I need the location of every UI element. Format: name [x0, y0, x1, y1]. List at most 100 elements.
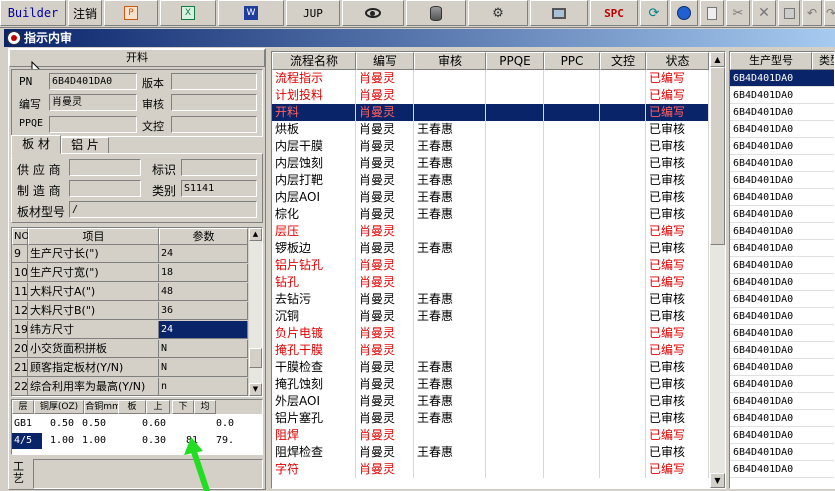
process-scrollbar[interactable]: ▲ ▼ [710, 52, 725, 488]
process-row[interactable]: 棕化 肖曼灵 王春惠 已审核 [272, 206, 709, 223]
model-row[interactable]: 6B4D401DA0 [730, 121, 834, 138]
process-row[interactable]: 层压 肖曼灵 已编写 [272, 223, 709, 240]
process-row[interactable]: 阻焊 肖曼灵 已编写 [272, 427, 709, 444]
scroll-thumb[interactable] [710, 67, 725, 245]
spc-button[interactable]: SPC [590, 0, 638, 26]
manufacturer-field[interactable] [69, 180, 141, 197]
scroll-up-button[interactable]: ▲ [710, 52, 725, 67]
mark-field[interactable] [181, 159, 257, 176]
param-row[interactable]: 19 纬方尺寸 24 [12, 321, 248, 339]
layer-row[interactable]: GB1 0.50 0.50 0.60 0.0 [12, 416, 262, 432]
tab-board-material[interactable]: 板 材 [11, 135, 61, 154]
scroll-up-button[interactable]: ▲ [249, 228, 262, 241]
model-row[interactable]: 6B4D401DA0 [730, 87, 834, 104]
process-row[interactable]: 外层AOI 肖曼灵 王春惠 已审核 [272, 393, 709, 410]
model-row[interactable]: 6B4D401DA0 [730, 393, 834, 410]
process-row[interactable]: 流程指示 肖曼灵 已编写 [272, 70, 709, 87]
process-row[interactable]: 烘板 肖曼灵 王春惠 已审核 [272, 121, 709, 138]
builder-button[interactable]: Builder [0, 0, 66, 26]
model-row[interactable]: 6B4D401DA0 [730, 257, 834, 274]
process-memo-field[interactable] [33, 459, 263, 489]
param-row[interactable]: 11 大料尺寸A(") 48 [12, 283, 248, 301]
author-field[interactable]: 肖曼灵 [49, 94, 137, 111]
process-col-header[interactable]: 文控 [600, 52, 646, 70]
param-row[interactable]: 20 小交货面积拼板 N [12, 340, 248, 358]
param-scrollbar[interactable]: ▲ ▼ [249, 228, 262, 396]
window-titlebar[interactable]: 指示内审 [4, 29, 835, 47]
version-field[interactable] [171, 73, 257, 90]
model-row[interactable]: 6B4D401DA0 [730, 274, 834, 291]
model-row[interactable]: 6B4D401DA0 [730, 138, 834, 155]
supplier-field[interactable] [69, 159, 141, 176]
process-row[interactable]: 内层蚀刻 肖曼灵 王春惠 已审核 [272, 155, 709, 172]
network-button[interactable] [670, 0, 698, 26]
process-row[interactable]: 干膜检查 肖曼灵 王春惠 已审核 [272, 359, 709, 376]
logout-button[interactable]: 注销 [68, 0, 102, 26]
process-row[interactable]: 阻焊检查 肖曼灵 王春惠 已审核 [272, 444, 709, 461]
board-type-field[interactable]: / [69, 201, 257, 218]
layer-row[interactable]: 4/51.001.000.308179. [12, 433, 262, 449]
process-col-header[interactable]: PPQE [486, 52, 544, 70]
process-col-header[interactable]: 编写 [356, 52, 414, 70]
tab-aluminum-sheet[interactable]: 铝 片 [61, 137, 109, 154]
ppqe-field[interactable] [49, 116, 137, 133]
wenkong-field[interactable] [171, 116, 257, 133]
cut-button[interactable]: ✂ [726, 0, 750, 26]
model-row[interactable]: 6B4D401DA0 [730, 410, 834, 427]
view-button[interactable] [342, 0, 404, 26]
model-row[interactable]: 6B4D401DA0 [730, 155, 834, 172]
redo-button[interactable]: ↷ [824, 0, 835, 26]
model-row[interactable]: 6B4D401DA0 [730, 172, 834, 189]
model-row[interactable]: 6B4D401DA0 [730, 427, 834, 444]
pn-field[interactable]: 6B4D401DA0 [49, 73, 137, 90]
model-row[interactable]: 6B4D401DA0 [730, 308, 834, 325]
process-row[interactable]: 铝片塞孔 肖曼灵 王春惠 已审核 [272, 410, 709, 427]
param-row[interactable]: 9 生产尺寸长(") 24 [12, 245, 248, 263]
category-field[interactable]: S1141 [181, 180, 257, 197]
undo-button[interactable]: ↶ [802, 0, 822, 26]
jup-button[interactable]: JUP [286, 0, 340, 26]
review-field[interactable] [171, 94, 257, 111]
model-row[interactable]: 6B4D401DA0 [730, 223, 834, 240]
save-button[interactable] [778, 0, 800, 26]
process-col-header[interactable]: PPC [544, 52, 600, 70]
computer-button[interactable] [530, 0, 588, 26]
model-row[interactable]: 6B4D401DA0 [730, 240, 834, 257]
process-row[interactable]: 锣板边 肖曼灵 王春惠 已审核 [272, 240, 709, 257]
process-col-header[interactable]: 流程名称 [272, 52, 356, 70]
scroll-down-button[interactable]: ▼ [249, 383, 262, 396]
new-file-button[interactable] [700, 0, 724, 26]
model-row[interactable]: 6B4D401DA0 [730, 206, 834, 223]
process-row[interactable]: 掩孔干膜 肖曼灵 已编写 [272, 342, 709, 359]
process-row[interactable]: 内层干膜 肖曼灵 王春惠 已审核 [272, 138, 709, 155]
process-row[interactable]: 沉铜 肖曼灵 王春惠 已审核 [272, 308, 709, 325]
powerpoint-button[interactable]: P [104, 0, 158, 26]
model-row[interactable]: 6B4D401DA0 [730, 291, 834, 308]
param-row[interactable]: 22 综合利用率为最高(Y/N) n [12, 378, 248, 396]
excel-button[interactable]: X [160, 0, 216, 26]
process-col-header[interactable]: 审核 [414, 52, 486, 70]
model-row[interactable]: 6B4D401DA0 [730, 70, 834, 87]
process-row[interactable]: 开料 肖曼灵 已编写 [272, 104, 709, 121]
model-row[interactable]: 6B4D401DA0 [730, 444, 834, 461]
tools-button[interactable]: ⚙ [468, 0, 528, 26]
database-button[interactable] [406, 0, 466, 26]
process-row[interactable]: 钻孔 肖曼灵 已编写 [272, 274, 709, 291]
model-row[interactable]: 6B4D401DA0 [730, 461, 834, 478]
scroll-thumb[interactable] [249, 348, 262, 368]
process-row[interactable]: 字符 肖曼灵 已编写 [272, 461, 709, 478]
process-row[interactable]: 负片电镀 肖曼灵 已编写 [272, 325, 709, 342]
param-row[interactable]: 10 生产尺寸宽(") 18 [12, 264, 248, 282]
process-row[interactable]: 掩孔蚀刻 肖曼灵 王春惠 已审核 [272, 376, 709, 393]
refresh-button[interactable]: ⟳ [640, 0, 668, 26]
model-row[interactable]: 6B4D401DA0 [730, 376, 834, 393]
process-row[interactable]: 铝片钻孔 肖曼灵 已编写 [272, 257, 709, 274]
process-row[interactable]: 去钻污 肖曼灵 王春惠 已审核 [272, 291, 709, 308]
delete-button[interactable]: ✕ [752, 0, 776, 26]
model-row[interactable]: 6B4D401DA0 [730, 325, 834, 342]
process-row[interactable]: 内层打靶 肖曼灵 王春惠 已审核 [272, 172, 709, 189]
param-row[interactable]: 21 顾客指定板材(Y/N) N [12, 359, 248, 377]
model-row[interactable]: 6B4D401DA0 [730, 104, 834, 121]
model-row[interactable]: 6B4D401DA0 [730, 189, 834, 206]
model-row[interactable]: 6B4D401DA0 [730, 342, 834, 359]
